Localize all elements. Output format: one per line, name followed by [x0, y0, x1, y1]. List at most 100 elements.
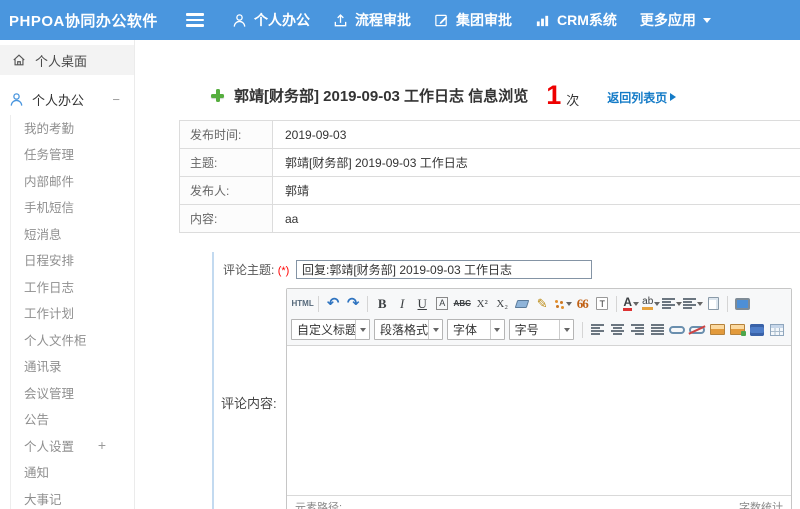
insert-table-button[interactable]: [768, 320, 787, 340]
paint-format-button[interactable]: [553, 294, 572, 314]
sidebar-item-mobile-sms[interactable]: 手机短信: [0, 194, 134, 221]
sidebar-item-notifications[interactable]: 通知: [0, 459, 134, 486]
word-count-label[interactable]: 字数统计: [739, 499, 783, 509]
align-center-button[interactable]: [608, 320, 627, 340]
sidebar-item-tasks[interactable]: 任务管理: [0, 141, 134, 168]
char-border-button[interactable]: A: [433, 294, 452, 314]
comment-subject-label: 评论主题: (*): [223, 262, 290, 277]
nav-item-workflow-approval[interactable]: 流程审批: [333, 10, 411, 30]
sidebar-item-file-cabinet[interactable]: 个人文件柜: [0, 326, 134, 353]
sidebar-item-work-log[interactable]: 工作日志: [0, 273, 134, 300]
top-nav: 个人办公 流程审批 集团审批 CRM系统 更多应用: [232, 10, 734, 30]
image-manager-icon: [729, 324, 746, 336]
info-table-body: 发布时间: 2019-09-03 主题: 郭靖[财务部] 2019-09-03 工作日…: [179, 120, 800, 233]
chevron-down-icon: [494, 327, 501, 332]
align-left-icon: [590, 324, 604, 335]
editor-toolbar-row2: 自定义标题 段落格式 字体 字号: [291, 316, 787, 343]
remove-format-button[interactable]: [513, 294, 532, 314]
toolbar-separator: [318, 295, 320, 312]
blockquote-icon: 66: [576, 295, 589, 311]
home-icon: [12, 53, 26, 67]
align-justify-button[interactable]: [648, 320, 667, 340]
menu-toggle-icon[interactable]: [186, 13, 204, 27]
sidebar-item-schedule[interactable]: 日程安排: [0, 247, 134, 274]
sidebar-item-major-events[interactable]: 大事记: [0, 485, 134, 509]
sidebar-desktop-label: 个人桌面: [35, 53, 88, 69]
sidebar-item-contacts[interactable]: 通讯录: [0, 353, 134, 380]
comment-subject-row: 评论主题: (*): [214, 252, 800, 286]
unordered-list-button[interactable]: [682, 294, 703, 314]
user-icon: [232, 13, 247, 28]
font-family-select[interactable]: 字体: [447, 319, 505, 340]
highlight-color-button[interactable]: ab: [642, 294, 661, 314]
sidebar-item-desktop[interactable]: 个人桌面: [0, 45, 134, 75]
select-label: 自定义标题: [297, 323, 355, 337]
toolbar-separator: [367, 295, 369, 312]
subscript-button[interactable]: X₂: [493, 294, 512, 314]
info-row-label: 发布时间:: [179, 120, 273, 149]
paragraph-format-select[interactable]: 段落格式: [374, 319, 444, 340]
custom-heading-select[interactable]: 自定义标题: [291, 319, 370, 340]
comment-subject-input[interactable]: [296, 259, 592, 279]
sidebar-item-label: 短消息: [24, 227, 62, 242]
paste-text-button[interactable]: T: [593, 294, 612, 314]
ordered-list-button[interactable]: [661, 294, 682, 314]
insert-image-icon: [709, 324, 725, 335]
insert-video-button[interactable]: [748, 320, 767, 340]
collapse-icon[interactable]: −: [112, 92, 120, 107]
font-color-button[interactable]: A: [622, 294, 641, 314]
underline-icon: U: [417, 295, 427, 311]
sidebar-group-personal-office[interactable]: 个人办公 −: [0, 84, 134, 114]
info-table-row: 主题: 郭靖[财务部] 2019-09-03 工作日志: [179, 148, 800, 177]
sidebar-item-attendance[interactable]: 我的考勤: [0, 114, 134, 141]
sidebar-item-meetings[interactable]: 会议管理: [0, 379, 134, 406]
unlink-button[interactable]: [688, 320, 707, 340]
nav-item-group-approval[interactable]: 集团审批: [434, 10, 512, 30]
undo-icon: ↶: [326, 295, 340, 312]
sidebar-item-label: 通讯录: [24, 360, 62, 375]
sidebar-item-messages[interactable]: 短消息: [0, 220, 134, 247]
paste-text-icon: T: [596, 297, 609, 310]
nav-item-personal-office[interactable]: 个人办公: [232, 10, 310, 30]
align-left-button[interactable]: [588, 320, 607, 340]
italic-button[interactable]: I: [393, 294, 412, 314]
new-document-button[interactable]: [704, 294, 723, 314]
info-row-label: 内容:: [179, 204, 273, 233]
align-right-button[interactable]: [628, 320, 647, 340]
blockquote-button[interactable]: 66: [573, 294, 592, 314]
sidebar-item-settings[interactable]: 个人设置 +: [0, 432, 134, 459]
nav-item-label: 个人办公: [254, 12, 310, 28]
undo-button[interactable]: ↶: [324, 294, 343, 314]
strikethrough-button[interactable]: ABC: [453, 294, 472, 314]
info-row-value: aa: [272, 204, 800, 233]
insert-image-button[interactable]: [708, 320, 727, 340]
toolbar-separator: [616, 295, 618, 312]
bold-button[interactable]: B: [373, 294, 392, 314]
superscript-button[interactable]: X²: [473, 294, 492, 314]
editor-content-area[interactable]: [287, 346, 791, 495]
redo-button[interactable]: ↷: [344, 294, 363, 314]
chevron-down-icon: [432, 327, 439, 332]
font-color-icon: A: [623, 295, 633, 311]
format-brush-button[interactable]: ✎: [533, 294, 552, 314]
sidebar-item-work-plan[interactable]: 工作计划: [0, 300, 134, 327]
nav-item-more-apps[interactable]: 更多应用: [640, 10, 711, 30]
sidebar-item-label: 通知: [24, 466, 50, 481]
fullscreen-button[interactable]: [733, 294, 752, 314]
sidebar-item-label: 个人设置: [24, 439, 75, 454]
underline-button[interactable]: U: [413, 294, 432, 314]
sidebar-item-announcements[interactable]: 公告: [0, 406, 134, 433]
back-to-list-link[interactable]: 返回列表页: [607, 89, 677, 106]
unordered-list-icon: [682, 298, 696, 309]
source-code-button[interactable]: HTML: [292, 294, 314, 314]
sidebar-item-internal-mail[interactable]: 内部邮件: [0, 167, 134, 194]
expand-icon[interactable]: +: [98, 437, 106, 453]
font-size-select[interactable]: 字号: [508, 319, 575, 340]
sidebar: 个人桌面 个人办公 − 我的考勤 任务管理 内部邮件 手机短信短消息日程安排 工作日志工…: [0, 40, 135, 509]
page-layout: 个人桌面 个人办公 − 我的考勤 任务管理 内部邮件 手机短信短消息日程安排 工作日志工…: [0, 40, 800, 509]
nav-item-crm-system[interactable]: CRM系统: [535, 10, 617, 30]
image-manager-button[interactable]: [728, 320, 747, 340]
info-row-value: 2019-09-03: [272, 120, 800, 149]
element-path-label: 元素路径:: [295, 502, 343, 509]
insert-link-button[interactable]: [668, 320, 687, 340]
